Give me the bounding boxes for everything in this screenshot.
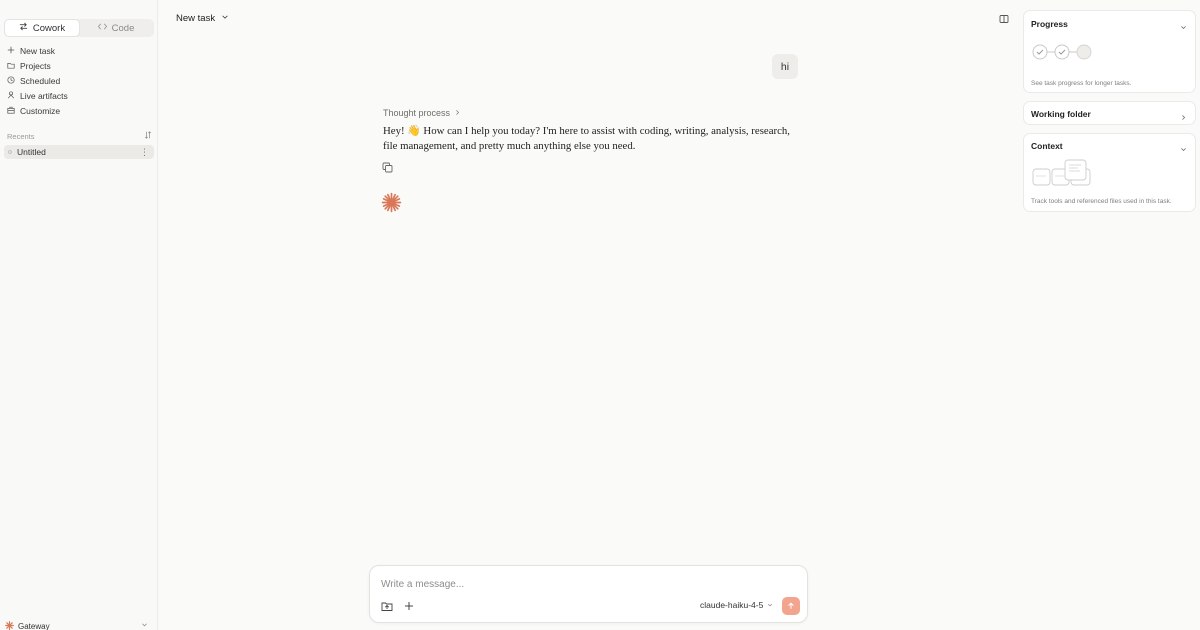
cowork-icon [19,22,28,34]
message-composer: claude-haiku-4-5 [369,565,808,623]
progress-card: Progress See task progress for longer ta… [1023,10,1196,93]
tab-code[interactable]: Code [79,20,153,36]
copy-icon[interactable] [382,162,393,173]
chevron-down-icon [767,600,773,610]
sidebar-item-label: New task [20,46,55,56]
mode-switch: Cowork Code [4,19,154,37]
sidebar-item-label: Customize [20,106,61,116]
user-message: hi [772,54,798,79]
claude-spark-icon [381,192,402,213]
tab-cowork[interactable]: Cowork [5,20,79,36]
gateway-label: Gateway [18,621,50,630]
page-title: New task [176,13,216,24]
sidebar-item-scheduled[interactable]: Scheduled [0,74,158,89]
model-name: claude-haiku-4-5 [700,600,764,610]
sidebar-item-customize[interactable]: Customize [0,104,158,119]
gateway-logo-icon [5,620,14,630]
gateway-selector[interactable]: Gateway [5,620,150,630]
sidebar-item-label: Projects [20,61,51,71]
recent-item-untitled[interactable]: Untitled ⋮ [4,145,154,159]
add-icon[interactable] [403,600,415,612]
send-button[interactable] [782,597,800,615]
panel-toggle-icon[interactable] [999,13,1009,23]
context-files-icon [1032,159,1092,190]
artifacts-icon [7,89,15,104]
chevron-right-icon [454,108,461,118]
thought-process-label: Thought process [383,108,451,118]
progress-description: See task progress for longer tasks. [1031,80,1132,87]
recents-label: Recents [7,131,35,141]
folder-icon [7,59,15,74]
working-folder-card[interactable]: Working folder [1023,101,1196,125]
working-folder-title: Working folder [1031,109,1091,119]
message-input[interactable] [381,576,781,592]
briefcase-icon [7,104,15,119]
thought-process-toggle[interactable]: Thought process [383,108,461,118]
recents-header: Recents [7,131,152,141]
code-icon [97,22,107,34]
clock-icon [7,74,15,89]
sort-icon[interactable] [144,131,152,141]
context-title: Context [1031,141,1063,151]
chevron-down-icon [141,621,148,630]
chevron-down-icon[interactable] [1180,20,1187,30]
progress-steps-icon [1032,44,1094,63]
arrow-up-icon [787,599,795,613]
sidebar-nav: New task Projects Scheduled Live artifac… [0,44,158,119]
sidebar-item-projects[interactable]: Projects [0,59,158,74]
tab-code-label: Code [111,22,135,34]
plus-icon [7,44,15,59]
context-card: Context Track tools and referenced files… [1023,133,1196,212]
chevron-down-icon [221,13,229,24]
model-selector[interactable]: claude-haiku-4-5 [700,600,773,610]
attach-folder-icon[interactable] [381,600,393,612]
status-dot-icon [8,150,12,154]
tab-cowork-label: Cowork [32,22,66,34]
context-description: Track tools and referenced files used in… [1031,198,1172,205]
recent-item-label: Untitled [17,147,46,157]
sidebar: Cowork Code New task Projects Scheduled … [0,0,158,630]
more-options-icon[interactable]: ⋮ [140,147,149,158]
chevron-down-icon[interactable] [1180,142,1187,152]
user-message-text: hi [780,60,790,73]
assistant-message: Hey! 👋 How can I help you today? I'm her… [383,125,790,152]
progress-title: Progress [1031,19,1068,29]
sidebar-item-live-artifacts[interactable]: Live artifacts [0,89,158,104]
sidebar-item-new-task[interactable]: New task [0,44,158,59]
sidebar-item-label: Scheduled [20,76,61,86]
task-title-dropdown[interactable]: New task [176,13,229,24]
sidebar-item-label: Live artifacts [20,91,68,101]
chevron-right-icon [1180,110,1187,120]
